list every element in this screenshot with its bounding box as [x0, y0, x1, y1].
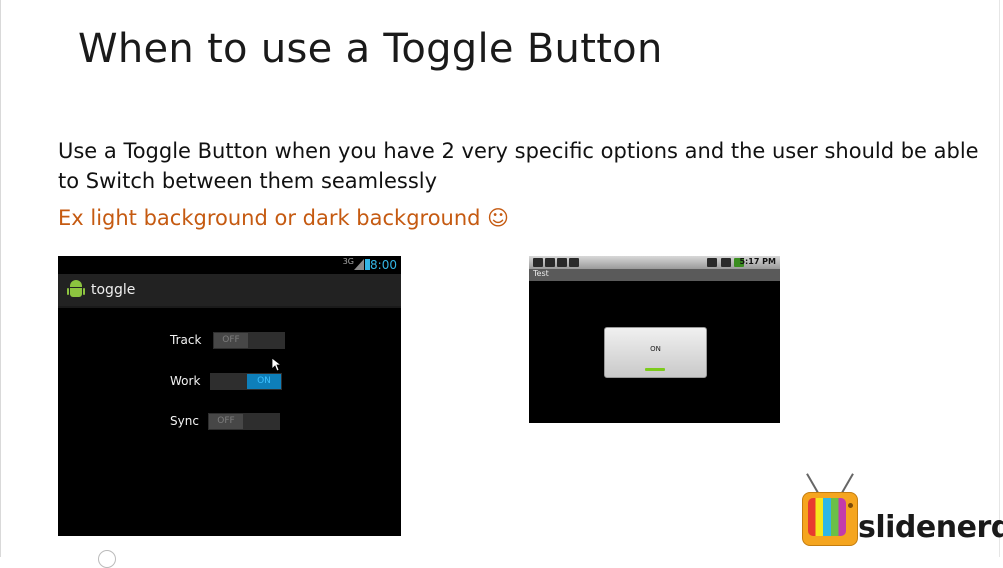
app-title: toggle — [91, 282, 136, 298]
slidenerd-logo: slidenerd — [802, 470, 1003, 550]
toggle-button-demo-screenshot: 5:17 PM Test ON — [529, 256, 780, 423]
track-toggle[interactable]: OFF — [213, 332, 285, 349]
track-toggle-state: OFF — [214, 333, 248, 348]
slide-control-icon[interactable] — [98, 550, 116, 568]
toggle-button[interactable]: ON — [604, 327, 707, 378]
usb-icon — [557, 258, 567, 267]
signal-icon — [354, 259, 364, 270]
network-type-label: 3G — [342, 257, 354, 266]
app-title: Test — [533, 269, 549, 278]
sync-toggle[interactable]: OFF — [208, 413, 280, 430]
status-time: 8:00 — [370, 258, 397, 272]
notification-icon — [569, 258, 579, 267]
notification-icon — [545, 258, 555, 267]
work-label: Work — [170, 374, 201, 388]
tv-icon — [802, 492, 858, 546]
slide-title: When to use a Toggle Button — [78, 26, 663, 72]
logo-text: slidenerd — [858, 510, 1003, 545]
status-bar: 3G 8:00 — [58, 256, 401, 274]
slide-example-text: Ex light background or dark background ☺ — [58, 206, 510, 230]
status-bar: 5:17 PM — [529, 256, 780, 269]
toggle-app-screenshot: 3G 8:00 toggle Track OFF Work ON Sync OF… — [58, 256, 401, 536]
work-toggle[interactable]: ON — [210, 373, 282, 390]
mouse-cursor-icon — [272, 358, 282, 372]
notification-icon — [533, 258, 543, 267]
title-bar: Test — [529, 269, 780, 281]
signal-icon — [721, 258, 731, 267]
sync-label: Sync — [170, 414, 199, 428]
track-label: Track — [170, 333, 202, 347]
wifi-icon — [707, 258, 717, 267]
work-toggle-state: ON — [247, 374, 281, 389]
toggle-button-label: ON — [650, 345, 661, 353]
android-icon — [67, 280, 85, 300]
status-time: 5:17 PM — [739, 257, 776, 266]
action-bar: toggle — [58, 274, 401, 308]
slide-body-text: Use a Toggle Button when you have 2 very… — [58, 139, 979, 193]
sync-toggle-state: OFF — [209, 414, 243, 429]
slide-left-edge — [0, 0, 1, 557]
toggle-on-indicator — [645, 368, 665, 371]
